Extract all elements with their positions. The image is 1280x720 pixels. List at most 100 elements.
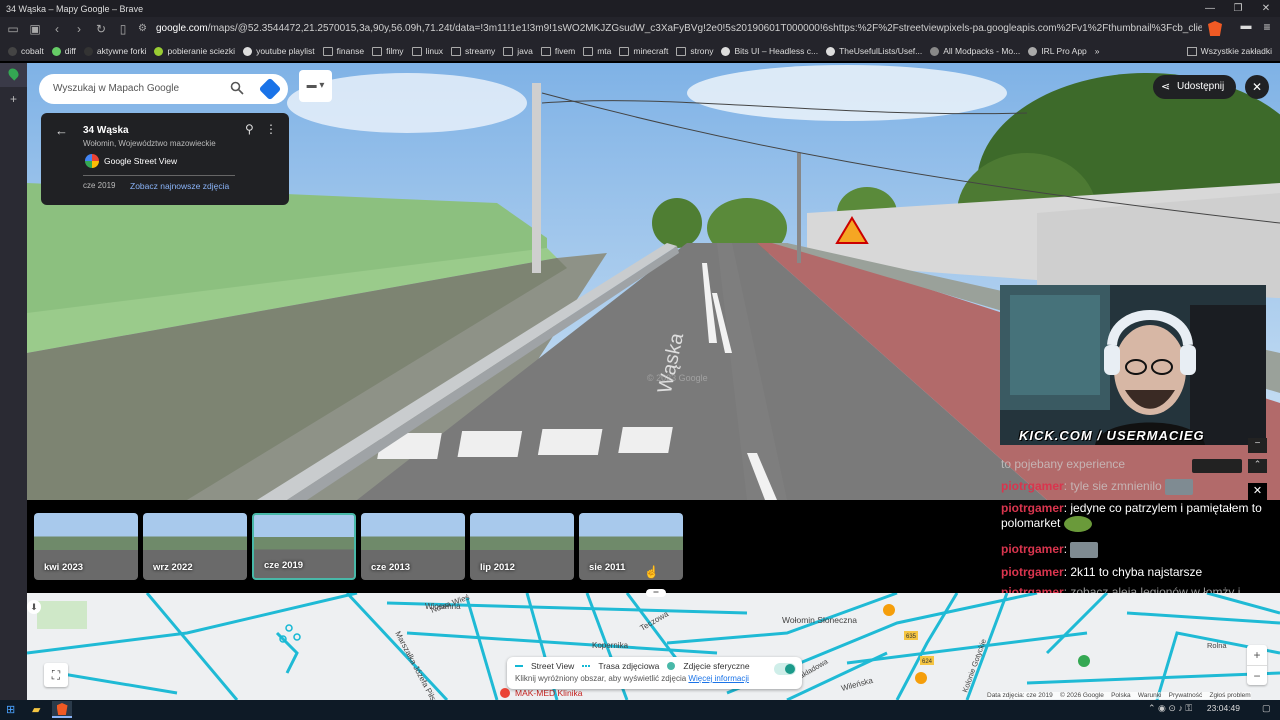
bookmark-item[interactable]: TheUsefulLists/Usef...: [826, 46, 922, 56]
bookmark-folder[interactable]: filmy: [372, 46, 404, 56]
bookmarks-overflow[interactable]: »: [1095, 46, 1100, 56]
time-travel-strip: kwi 2023 wrz 2022 cze 2019 cze 2013 lip …: [27, 500, 1001, 593]
forward-icon[interactable]: ›: [70, 20, 88, 38]
folder-icon: [372, 46, 383, 56]
map-resize-handle[interactable]: ═: [646, 589, 666, 597]
folder-icon: [411, 46, 422, 56]
site-info-icon[interactable]: ⚙: [138, 20, 147, 38]
thumbnail-date: kwi 2023: [44, 562, 84, 573]
map-pin-icon[interactable]: ⚲: [245, 122, 254, 136]
bookmark-folder[interactable]: java: [503, 46, 533, 56]
restore-icon[interactable]: ❐: [1224, 0, 1252, 17]
stream-overlay-text: KICK.COM / USERMACIEG: [1019, 428, 1205, 443]
provider-label: Google Street View: [104, 156, 178, 166]
bookmark-item[interactable]: Bits UI – Headless c...: [721, 46, 818, 56]
legend-toggle[interactable]: [774, 663, 796, 675]
zoom-out-button[interactable]: −: [1247, 665, 1267, 685]
window-titlebar: 34 Wąska – Mapy Google – Brave: [0, 0, 1280, 17]
bookmarks-bar: cobalt diff aktywne forki pobieranie sci…: [0, 41, 1280, 61]
location-info-card: ← 34 Wąska Wołomin, Województwo mazowiec…: [41, 113, 289, 205]
reload-icon[interactable]: ↻: [92, 20, 110, 38]
legend-hint: Kliknij wyróżniony obszar, aby wyświetli…: [515, 674, 687, 683]
timeline-thumbnail[interactable]: wrz 2022: [143, 513, 247, 580]
tray-icons[interactable]: ⌃ ◉ ⊙ ♪ ⚿: [1148, 703, 1192, 714]
thumbnail-date: cze 2019: [264, 560, 304, 571]
bookmark-item[interactable]: youtube playlist: [243, 46, 315, 56]
timeline-thumbnail[interactable]: sie 2011: [579, 513, 683, 580]
maps-sidebar-icon[interactable]: [0, 63, 27, 87]
close-street-view-button[interactable]: ✕: [1245, 75, 1269, 99]
chat-message: piotrgamer:: [1001, 542, 1263, 558]
folder-icon: [1186, 46, 1197, 56]
start-menu-icon[interactable]: ⊞: [6, 703, 15, 716]
menu-icon[interactable]: ≡: [1258, 20, 1276, 38]
search-input[interactable]: Wyszukaj w Mapach Google: [39, 74, 288, 104]
sidebar-toggle-icon[interactable]: ▭: [4, 20, 22, 38]
notification-icon[interactable]: ▢: [1262, 703, 1271, 714]
bookmark-item[interactable]: IRL Pro App: [1028, 46, 1087, 56]
bookmark-folder[interactable]: streamy: [451, 46, 495, 56]
directions-icon[interactable]: [258, 77, 282, 101]
brave-taskbar-icon[interactable]: [52, 701, 72, 718]
bookmark-item[interactable]: diff: [51, 46, 76, 56]
bookmark-folder[interactable]: fivem: [540, 46, 575, 56]
emote-icon: [1063, 516, 1092, 532]
capture-date: cze 2019: [83, 181, 116, 190]
mouse-cursor-icon: ☝: [644, 565, 659, 579]
bookmark-folder[interactable]: mta: [583, 46, 611, 56]
bookmark-item[interactable]: All Modpacks - Mo...: [930, 46, 1020, 56]
thumbnail-date: wrz 2022: [153, 562, 193, 573]
bookmark-folder[interactable]: linux: [411, 46, 443, 56]
minimize-icon[interactable]: —: [1196, 0, 1224, 17]
clock: 23:04:49: [1206, 703, 1240, 713]
emote-icon: [1165, 479, 1194, 495]
address-bar[interactable]: ⚙ google.com/maps/@52.3544472,21.2570015…: [132, 20, 1202, 38]
close-icon: ✕: [1251, 80, 1263, 94]
timeline-thumbnail[interactable]: cze 2013: [361, 513, 465, 580]
more-info-link[interactable]: Więcej informacji: [688, 674, 748, 683]
bookmark-folder[interactable]: minecraft: [619, 46, 668, 56]
close-window-icon[interactable]: ✕: [1252, 0, 1280, 17]
tabs-icon[interactable]: ▣: [26, 20, 44, 38]
wallet-icon[interactable]: ▬: [1236, 20, 1256, 38]
url-path: /maps/@52.3544472,21.2570015,3a,90y,56.0…: [207, 23, 1202, 34]
input-tools-button[interactable]: ▬ ▾: [299, 70, 332, 102]
folder-icon: [322, 46, 333, 56]
thumbnail-date: cze 2013: [371, 562, 411, 573]
zoom-controls: + −: [1247, 645, 1267, 685]
divider: [83, 175, 235, 176]
browser-sidebar: +: [0, 63, 27, 700]
search-placeholder: Wyszukaj w Mapach Google: [53, 83, 180, 94]
chat-message: piotrgamer: 2k11 to chyba najstarsze: [1001, 565, 1203, 579]
timeline-thumbnail-selected[interactable]: cze 2019: [252, 513, 356, 580]
zoom-in-button[interactable]: +: [1247, 645, 1267, 665]
folder-icon: [583, 46, 594, 56]
timeline-thumbnail[interactable]: lip 2012: [470, 513, 574, 580]
minus-icon[interactable]: −: [1248, 438, 1267, 453]
bookmark-icon[interactable]: ▯: [114, 20, 132, 38]
pegman-icon[interactable]: ⬇: [27, 600, 41, 614]
bookmark-item[interactable]: cobalt: [8, 46, 44, 56]
brave-shield-icon[interactable]: [1208, 21, 1222, 36]
url-host: google.com: [156, 23, 208, 34]
bookmark-folder[interactable]: finanse: [322, 46, 364, 56]
more-options-icon[interactable]: ⋮: [265, 122, 277, 136]
map-attribution: Data zdjęcia: cze 2019 © 2026 Google Pol…: [987, 692, 1251, 699]
back-arrow-icon[interactable]: ←: [55, 123, 68, 138]
webcam-image: [1000, 285, 1266, 445]
file-explorer-icon[interactable]: ▰: [32, 703, 40, 716]
add-panel-icon[interactable]: +: [0, 87, 27, 111]
folder-icon: [451, 46, 462, 56]
emote-icon: [1070, 542, 1099, 558]
back-icon[interactable]: ‹: [48, 20, 66, 38]
bookmark-folder[interactable]: strony: [676, 46, 713, 56]
timeline-thumbnail[interactable]: kwi 2023: [34, 513, 138, 580]
all-bookmarks[interactable]: Wszystkie zakładki: [1186, 41, 1272, 61]
see-newest-link[interactable]: Zobacz najnowsze zdjęcia: [130, 181, 229, 191]
expand-map-button[interactable]: ⛶: [44, 663, 68, 687]
search-icon[interactable]: [230, 81, 244, 95]
bookmark-item[interactable]: pobieranie sciezki: [154, 46, 235, 56]
share-button[interactable]: ⋖ Udostępnij: [1153, 75, 1236, 99]
close-icon[interactable]: ✕: [1248, 483, 1267, 500]
bookmark-item[interactable]: aktywne forki: [83, 46, 146, 56]
